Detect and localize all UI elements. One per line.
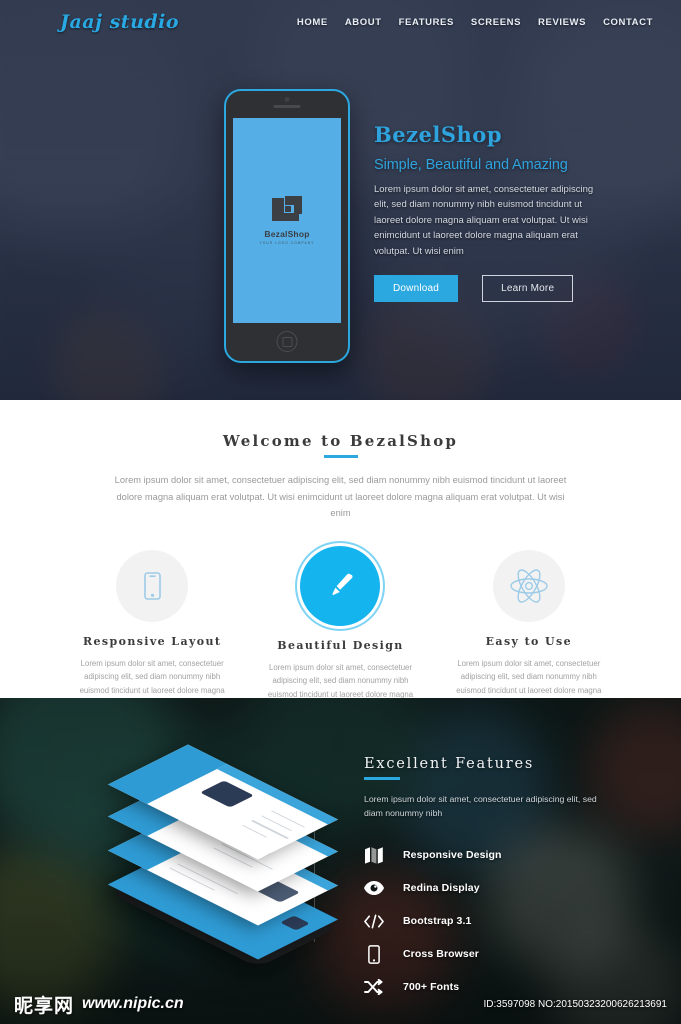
- eye-icon: [364, 881, 384, 896]
- hero-title: BezelShop: [374, 122, 502, 147]
- isometric-phone-mockup: [108, 744, 358, 990]
- feature-card-responsive-layout[interactable]: Responsive Layout Lorem ipsum dolor sit …: [58, 549, 246, 716]
- nav-item-home[interactable]: HOME: [297, 17, 328, 28]
- top-navigation-bar: Jaaj studio HOME ABOUT FEATURES SCREENS …: [0, 0, 681, 44]
- phone-brand-name: BezalShop: [264, 229, 310, 239]
- features-body-text: Lorem ipsum dolor sit amet, consectetuer…: [364, 794, 597, 819]
- nav-item-about[interactable]: ABOUT: [345, 17, 382, 28]
- hero-subtitle: Simple, Beautiful and Amazing: [374, 157, 568, 173]
- phone-screen: BezalShop YOUR LOGO COMPANY: [233, 118, 341, 323]
- feature-list-item-responsive-design[interactable]: Responsive Design: [364, 839, 644, 872]
- feature-card-title: Beautiful Design: [277, 638, 404, 652]
- nav-item-reviews[interactable]: REVIEWS: [538, 17, 586, 28]
- atom-icon: [492, 549, 565, 622]
- feature-card-beautiful-design[interactable]: Beautiful Design Lorem ipsum dolor sit a…: [246, 545, 434, 716]
- bezalshop-logo-icon: [272, 196, 302, 224]
- feature-list-item-bootstrap[interactable]: Bootstrap 3.1: [364, 905, 644, 938]
- map-icon: [364, 847, 384, 864]
- welcome-title: Welcome to BezalShop: [0, 432, 681, 461]
- site-logo[interactable]: Jaaj studio: [60, 11, 179, 33]
- nav-item-contact[interactable]: CONTACT: [603, 17, 653, 28]
- download-button[interactable]: Download: [374, 274, 459, 302]
- features-copy: Excellent Features Lorem ipsum dolor sit…: [364, 756, 644, 1004]
- hero-section: Jaaj studio HOME ABOUT FEATURES SCREENS …: [0, 0, 681, 400]
- nav-links: HOME ABOUT FEATURES SCREENS REVIEWS CONT…: [297, 17, 653, 28]
- watermark-site-name: 昵享网: [14, 994, 75, 1017]
- phone-camera-icon: [284, 97, 290, 102]
- feature-card-easy-to-use[interactable]: Easy to Use Lorem ipsum dolor sit amet, …: [435, 549, 623, 716]
- welcome-body-text: Lorem ipsum dolor sit amet, consectetuer…: [114, 475, 567, 519]
- welcome-section: Welcome to BezalShop Lorem ipsum dolor s…: [0, 400, 681, 713]
- feature-list-label: Bootstrap 3.1: [403, 915, 472, 928]
- nav-item-features[interactable]: FEATURES: [399, 17, 454, 28]
- phone-speaker: [273, 105, 301, 108]
- features-list: Responsive Design Redina Display Bootstr…: [364, 839, 644, 1004]
- phone-brand-tagline: YOUR LOGO COMPANY: [259, 241, 315, 245]
- feature-list-item-redina-display[interactable]: Redina Display: [364, 872, 644, 905]
- feature-list-label: Cross Browser: [403, 948, 479, 961]
- hero-buttons: Download Learn More: [374, 274, 606, 302]
- features-title: Excellent Features: [364, 756, 644, 782]
- feature-cards: Responsive Layout Lorem ipsum dolor sit …: [0, 545, 681, 716]
- code-icon: [364, 914, 384, 929]
- phone-home-button: [276, 331, 298, 352]
- feature-card-title: Responsive Layout: [82, 634, 222, 648]
- feature-card-title: Easy to Use: [485, 634, 572, 648]
- nav-item-screens[interactable]: SCREENS: [471, 17, 521, 28]
- mobile-phone-icon: [116, 549, 189, 622]
- feature-list-item-cross-browser[interactable]: Cross Browser: [364, 938, 644, 971]
- feature-list-label: Redina Display: [403, 882, 480, 895]
- feature-list-label: Responsive Design: [403, 849, 502, 862]
- mobile-icon: [364, 944, 384, 964]
- learn-more-button[interactable]: Learn More: [482, 274, 574, 302]
- hero-body-text: Lorem ipsum dolor sit amet, consectetuer…: [374, 184, 594, 257]
- watermark-id: ID:3597098 NO:20150323200626213691: [483, 998, 668, 1010]
- paintbrush-icon: [300, 545, 381, 626]
- stock-site-watermark: 昵享网 www.nipic.cn ID:3597098 NO:201503232…: [0, 984, 681, 1024]
- hero-copy: BezelShop Simple, Beautiful and Amazing …: [374, 122, 606, 302]
- watermark-url: www.nipic.cn: [82, 995, 184, 1012]
- hero-phone-mockup: BezalShop YOUR LOGO COMPANY: [224, 89, 350, 363]
